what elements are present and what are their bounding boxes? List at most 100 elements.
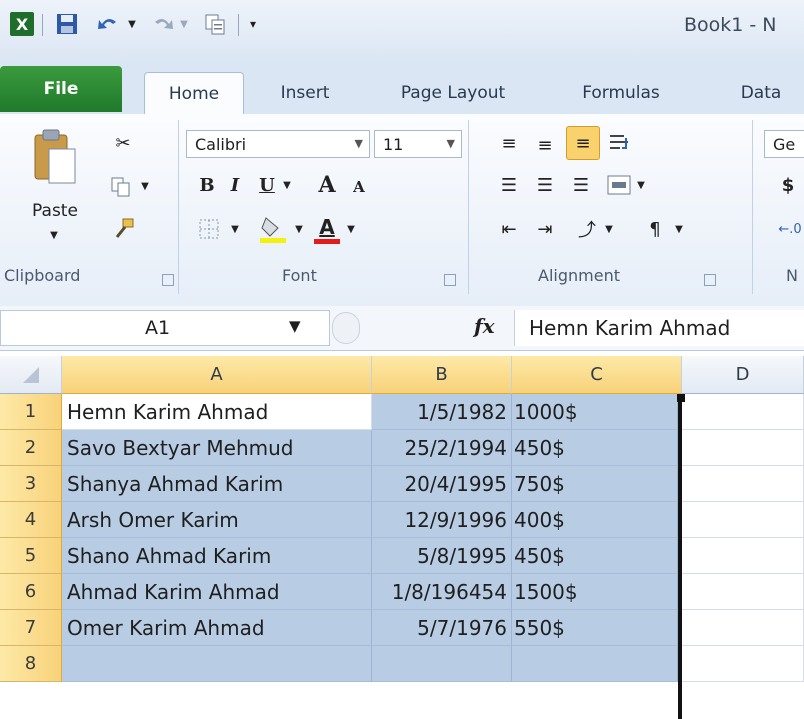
cell-a[interactable]: Ahmad Karim Ahmad bbox=[62, 574, 372, 610]
tab-formulas[interactable]: Formulas bbox=[566, 72, 676, 114]
cell-d[interactable] bbox=[682, 646, 804, 682]
cell-b[interactable]: 5/7/1976 bbox=[372, 610, 512, 646]
copy-ribbon-icon[interactable] bbox=[106, 172, 136, 202]
cell-d[interactable] bbox=[682, 394, 804, 430]
wrap-text-icon[interactable] bbox=[604, 128, 634, 158]
formula-input[interactable]: Hemn Karim Ahmad bbox=[514, 310, 804, 346]
select-all-corner[interactable] bbox=[0, 356, 62, 394]
merge-dropdown-icon[interactable]: ▼ bbox=[634, 174, 648, 196]
cell-a[interactable]: Omer Karim Ahmad bbox=[62, 610, 372, 646]
insert-function-button[interactable]: fx bbox=[474, 314, 495, 338]
increase-decimal-icon[interactable]: ←.0 bbox=[776, 214, 804, 244]
undo-icon[interactable] bbox=[94, 10, 124, 38]
orientation-dropdown-icon[interactable]: ▼ bbox=[602, 218, 616, 240]
cell-b[interactable]: 20/4/1995 bbox=[372, 466, 512, 502]
align-middle-icon[interactable]: ≡ bbox=[530, 130, 560, 160]
column-header-a[interactable]: A bbox=[62, 356, 372, 394]
column-header-b[interactable]: B bbox=[372, 356, 512, 394]
copy-dropdown-icon[interactable]: ▼ bbox=[138, 176, 152, 196]
text-direction-icon[interactable]: ¶ bbox=[640, 214, 670, 244]
cell-c[interactable]: 1500$ bbox=[512, 574, 678, 610]
shrink-font-button[interactable]: A bbox=[346, 174, 372, 200]
borders-dropdown-icon[interactable]: ▼ bbox=[228, 218, 242, 240]
format-painter-icon[interactable] bbox=[108, 214, 138, 244]
underline-button[interactable]: U bbox=[254, 170, 280, 200]
fill-color-icon[interactable] bbox=[256, 212, 290, 246]
cell-b[interactable]: 25/2/1994 bbox=[372, 430, 512, 466]
row-header[interactable]: 2 bbox=[0, 430, 62, 466]
grow-font-button[interactable]: A bbox=[312, 170, 342, 200]
cell-c[interactable]: 450$ bbox=[512, 430, 678, 466]
align-center-icon[interactable]: ☰ bbox=[530, 170, 560, 200]
row-header[interactable]: 6 bbox=[0, 574, 62, 610]
column-header-d[interactable]: D bbox=[682, 356, 804, 394]
row-header[interactable]: 8 bbox=[0, 646, 62, 682]
borders-icon[interactable] bbox=[194, 214, 224, 244]
align-right-icon[interactable]: ☰ bbox=[566, 170, 596, 200]
cell-b[interactable] bbox=[372, 646, 512, 682]
name-box-dropdown-icon[interactable]: ▼ bbox=[289, 317, 301, 335]
paste-button-label[interactable]: Paste bbox=[30, 200, 80, 222]
decrease-indent-icon[interactable]: ⇤ bbox=[494, 214, 524, 244]
redo-icon[interactable] bbox=[148, 10, 176, 38]
formula-bar-resize-handle[interactable] bbox=[332, 312, 360, 344]
align-top-icon[interactable]: ≡ bbox=[494, 128, 524, 158]
clipboard-launcher-icon[interactable] bbox=[162, 274, 174, 286]
cell-d[interactable] bbox=[682, 610, 804, 646]
tab-file[interactable]: File bbox=[0, 66, 122, 112]
cell-a[interactable]: Arsh Omer Karim bbox=[62, 502, 372, 538]
currency-button[interactable]: $ bbox=[776, 170, 800, 200]
merge-center-icon[interactable] bbox=[604, 170, 634, 200]
cell-a[interactable]: Shanya Ahmad Karim bbox=[62, 466, 372, 502]
tab-home[interactable]: Home bbox=[144, 72, 244, 115]
number-format-combo[interactable]: Ge bbox=[764, 130, 804, 158]
alignment-launcher-icon[interactable] bbox=[704, 274, 716, 286]
row-header[interactable]: 5 bbox=[0, 538, 62, 574]
font-color-button[interactable]: A bbox=[312, 212, 342, 246]
font-size-combo[interactable]: 11 ▼ bbox=[374, 130, 462, 158]
cell-c[interactable]: 450$ bbox=[512, 538, 678, 574]
font-name-combo[interactable]: Calibri ▼ bbox=[186, 130, 370, 158]
tab-page-layout[interactable]: Page Layout bbox=[380, 72, 526, 114]
orientation-icon[interactable]: ⤴ bbox=[572, 214, 602, 244]
cell-d[interactable] bbox=[682, 466, 804, 502]
paste-dropdown-icon[interactable]: ▼ bbox=[44, 226, 64, 244]
cell-b[interactable]: 1/8/196454 bbox=[372, 574, 512, 610]
cell-c[interactable]: 1000$ bbox=[512, 394, 678, 430]
cell-d[interactable] bbox=[682, 502, 804, 538]
align-bottom-icon[interactable]: ≡ bbox=[566, 126, 600, 160]
align-left-icon[interactable]: ☰ bbox=[494, 170, 524, 200]
cut-icon[interactable]: ✂ bbox=[108, 128, 138, 158]
cell-d[interactable] bbox=[682, 574, 804, 610]
copy-icon[interactable] bbox=[200, 10, 230, 38]
row-header[interactable]: 7 bbox=[0, 610, 62, 646]
excel-app-icon[interactable]: X bbox=[8, 10, 36, 38]
name-box[interactable]: A1 ▼ bbox=[0, 310, 330, 346]
cell-b[interactable]: 12/9/1996 bbox=[372, 502, 512, 538]
increase-indent-icon[interactable]: ⇥ bbox=[530, 214, 560, 244]
underline-dropdown-icon[interactable]: ▼ bbox=[280, 174, 294, 196]
cell-a[interactable] bbox=[62, 646, 372, 682]
italic-button[interactable]: I bbox=[222, 170, 248, 200]
cell-a[interactable]: Savo Bextyar Mehmud bbox=[62, 430, 372, 466]
fill-color-dropdown-icon[interactable]: ▼ bbox=[292, 218, 306, 240]
tab-insert[interactable]: Insert bbox=[262, 72, 348, 114]
cell-c[interactable]: 400$ bbox=[512, 502, 678, 538]
column-header-c[interactable]: C bbox=[512, 356, 682, 394]
cell-d[interactable] bbox=[682, 430, 804, 466]
cell-c[interactable]: 750$ bbox=[512, 466, 678, 502]
text-direction-dropdown-icon[interactable]: ▼ bbox=[672, 218, 686, 240]
paste-icon[interactable] bbox=[30, 126, 80, 190]
cell-c[interactable]: 550$ bbox=[512, 610, 678, 646]
redo-dropdown-icon[interactable]: ▼ bbox=[178, 10, 190, 38]
row-header[interactable]: 1 bbox=[0, 394, 62, 430]
cell-b[interactable]: 5/8/1995 bbox=[372, 538, 512, 574]
fill-handle[interactable] bbox=[677, 394, 685, 402]
row-header[interactable]: 4 bbox=[0, 502, 62, 538]
cell-d[interactable] bbox=[682, 538, 804, 574]
cell-a[interactable]: Hemn Karim Ahmad bbox=[62, 394, 372, 430]
font-color-dropdown-icon[interactable]: ▼ bbox=[344, 218, 358, 240]
bold-button[interactable]: B bbox=[194, 170, 220, 200]
font-launcher-icon[interactable] bbox=[444, 274, 456, 286]
cell-c[interactable] bbox=[512, 646, 678, 682]
